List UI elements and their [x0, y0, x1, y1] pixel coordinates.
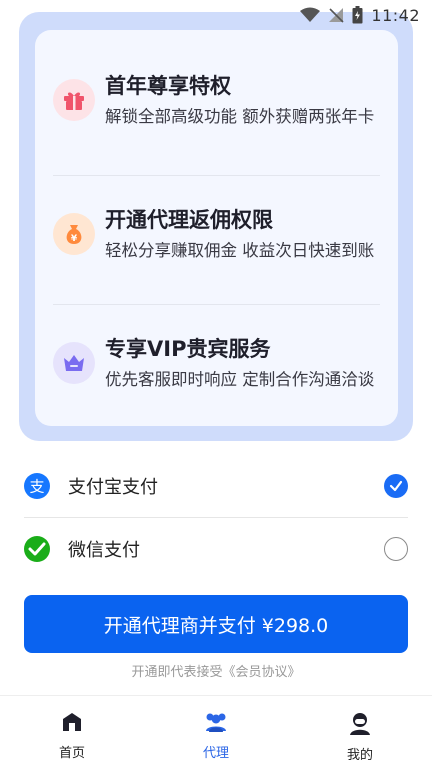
tab-label: 我的: [346, 748, 373, 763]
money-bag-icon: ¥: [53, 213, 95, 255]
tab-home[interactable]: 首页: [0, 696, 144, 769]
benefit-desc: 轻松分享赚取佣金 收益次日快速到账: [105, 241, 375, 260]
agent-icon: [204, 711, 228, 737]
wechat-pay-icon: [24, 536, 50, 562]
divider: [24, 517, 408, 518]
radio-unchecked-icon[interactable]: [384, 537, 408, 561]
radio-checked-icon[interactable]: [384, 474, 408, 498]
home-icon: [61, 711, 83, 737]
payment-option-alipay[interactable]: 支 支付宝支付: [24, 460, 408, 512]
payment-label: 支付宝支付: [68, 477, 158, 498]
alipay-icon: 支: [24, 473, 50, 499]
profile-icon: [348, 711, 372, 739]
benefit-item: 首年尊享特权 解锁全部高级功能 额外获赠两张年卡: [53, 40, 380, 160]
payment-option-wechat[interactable]: 微信支付: [24, 523, 408, 575]
benefit-desc: 优先客服即时响应 定制合作沟通洽谈: [105, 370, 375, 389]
status-time: 11:42: [371, 5, 420, 25]
benefit-item: 专享VIP贵宾服务 优先客服即时响应 定制合作沟通洽谈: [53, 303, 380, 423]
svg-text:支: 支: [29, 478, 44, 496]
signal-off-icon: [328, 7, 344, 23]
tab-label: 代理: [202, 746, 229, 761]
benefits-list: 首年尊享特权 解锁全部高级功能 额外获赠两张年卡 ¥ 开通代理返佣权限 轻松分享…: [35, 30, 398, 426]
svg-text:¥: ¥: [71, 234, 78, 244]
gift-icon: [53, 79, 95, 121]
submit-pay-button[interactable]: 开通代理商并支付 ¥298.0: [24, 595, 408, 653]
benefit-title: 开通代理返佣权限: [105, 208, 273, 232]
tab-label: 首页: [58, 746, 85, 761]
agreement-link[interactable]: 开通即代表接受《会员协议》: [0, 663, 432, 679]
benefit-item: ¥ 开通代理返佣权限 轻松分享赚取佣金 收益次日快速到账: [53, 174, 380, 294]
bottom-tab-bar: 首页 代理 我的: [0, 695, 432, 769]
battery-icon: [352, 6, 363, 24]
tab-profile[interactable]: 我的: [288, 696, 432, 769]
benefit-title: 首年尊享特权: [105, 74, 231, 98]
payment-label: 微信支付: [68, 540, 140, 561]
tab-agent[interactable]: 代理: [144, 696, 288, 769]
wifi-icon: [300, 7, 321, 23]
benefit-desc: 解锁全部高级功能 额外获赠两张年卡: [105, 107, 375, 126]
benefits-card: 首年尊享特权 解锁全部高级功能 额外获赠两张年卡 ¥ 开通代理返佣权限 轻松分享…: [19, 12, 413, 441]
crown-icon: [53, 342, 95, 384]
status-bar: 11:42: [0, 0, 432, 30]
benefit-title: 专享VIP贵宾服务: [105, 337, 271, 361]
